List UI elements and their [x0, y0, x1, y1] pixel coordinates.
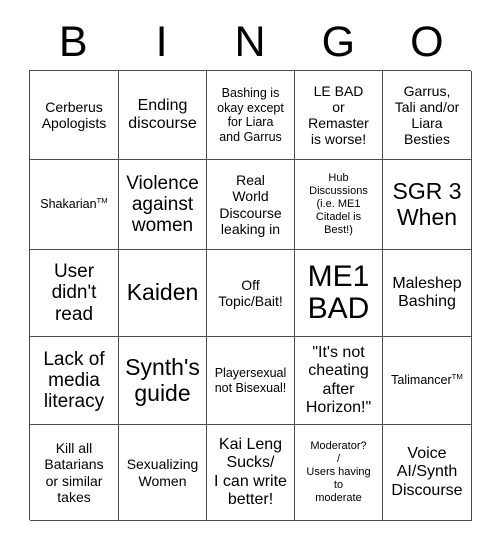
bingo-cell-label: Maleshep Bashing: [392, 274, 462, 310]
bingo-cell-label: Sexualizing Women: [126, 456, 199, 489]
bingo-cell-b4[interactable]: Lack of media literacy: [30, 337, 119, 425]
bingo-cell-label: ME1 BAD: [307, 259, 370, 325]
bingo-cell-b5[interactable]: Kill all Batarians or similar takes: [30, 425, 119, 521]
bingo-cell-n4[interactable]: Playersexual not Bisexual!: [207, 337, 295, 425]
bingo-cell-i5[interactable]: Sexualizing Women: [119, 425, 207, 521]
bingo-cell-label: Garrus, Tali and/or Liara Besties: [394, 82, 460, 148]
bingo-cell-label: Voice AI/Synth Discourse: [391, 445, 463, 499]
bingo-grid: Cerberus Apologists Ending discourse Bas…: [29, 70, 472, 521]
bingo-cell-label: Synth's guide: [125, 354, 200, 406]
bingo-cell-label: Bashing is okay except for Liara and Gar…: [217, 86, 284, 144]
bingo-cell-label: Kill all Batarians or similar takes: [44, 440, 104, 505]
bingo-cell-i1[interactable]: Ending discourse: [119, 71, 207, 160]
bingo-cell-i2[interactable]: Violence against women: [119, 160, 207, 250]
bingo-header-letter-n: N: [234, 17, 266, 66]
bingo-cell-label: "It's not cheating after Horizon!": [305, 344, 372, 416]
bingo-cell-label: SGR 3 When: [392, 178, 462, 230]
bingo-cell-g3[interactable]: ME1 BAD: [295, 250, 383, 337]
bingo-cell-label: User didn't read: [51, 261, 97, 325]
bingo-cell-i3[interactable]: Kaiden: [119, 250, 207, 337]
bingo-cell-o3[interactable]: Maleshep Bashing: [383, 250, 472, 337]
bingo-cell-label: Lack of media literacy: [43, 348, 105, 413]
bingo-cell-label: Kai Leng Sucks/ I can write better!: [214, 436, 287, 508]
bingo-cell-label: Playersexual not Bisexual!: [214, 366, 287, 395]
bingo-cell-o2[interactable]: SGR 3 When: [383, 160, 472, 250]
bingo-cell-b3[interactable]: User didn't read: [30, 250, 119, 337]
bingo-cell-label: Moderator? / Users having to moderate: [306, 440, 371, 504]
bingo-cell-label: Kaiden: [126, 279, 199, 306]
bingo-cell-o4[interactable]: TalimancerTM: [383, 337, 472, 425]
bingo-cell-label: Cerberus Apologists: [41, 98, 107, 131]
bingo-cell-label: Real World Discourse leaking in: [219, 172, 282, 237]
trademark-icon: TM: [96, 196, 108, 206]
bingo-cell-n3[interactable]: Off Topic/Bait!: [207, 250, 295, 337]
bingo-cell-label: Hub Discussions (i.e. ME1 Citadel is Bes…: [309, 172, 368, 236]
bingo-cell-b1[interactable]: Cerberus Apologists: [30, 71, 119, 160]
bingo-cell-n5[interactable]: Kai Leng Sucks/ I can write better!: [207, 425, 295, 521]
bingo-header-letter-b: B: [58, 17, 88, 66]
bingo-cell-g2[interactable]: Hub Discussions (i.e. ME1 Citadel is Bes…: [295, 160, 383, 250]
bingo-header-row: B I N G O: [29, 14, 471, 70]
bingo-header-letter-o: O: [410, 17, 444, 66]
bingo-cell-b2[interactable]: ShakarianTM: [30, 160, 119, 250]
bingo-cell-o1[interactable]: Garrus, Tali and/or Liara Besties: [383, 71, 472, 160]
bingo-cell-o5[interactable]: Voice AI/Synth Discourse: [383, 425, 472, 521]
bingo-cell-label: Violence against women: [126, 172, 199, 237]
bingo-cell-g4[interactable]: "It's not cheating after Horizon!": [295, 337, 383, 425]
bingo-card: B I N G O Cerberus Apologists Ending dis…: [0, 0, 500, 544]
bingo-cell-label: Off Topic/Bait!: [218, 276, 283, 309]
bingo-cell-label: TalimancerTM: [391, 372, 463, 388]
bingo-header-letter-i: I: [155, 17, 168, 66]
bingo-cell-g5[interactable]: Moderator? / Users having to moderate: [295, 425, 383, 521]
bingo-cell-i4[interactable]: Synth's guide: [119, 337, 207, 425]
bingo-header-letter-g: G: [321, 17, 356, 66]
bingo-cell-label: LE BAD or Remaster is worse!: [308, 82, 369, 148]
trademark-icon: TM: [451, 372, 463, 382]
bingo-cell-n2[interactable]: Real World Discourse leaking in: [207, 160, 295, 250]
bingo-cell-n1[interactable]: Bashing is okay except for Liara and Gar…: [207, 71, 295, 160]
bingo-cell-label: ShakarianTM: [40, 196, 108, 212]
bingo-cell-g1[interactable]: LE BAD or Remaster is worse!: [295, 71, 383, 160]
bingo-cell-label: Ending discourse: [128, 96, 197, 132]
